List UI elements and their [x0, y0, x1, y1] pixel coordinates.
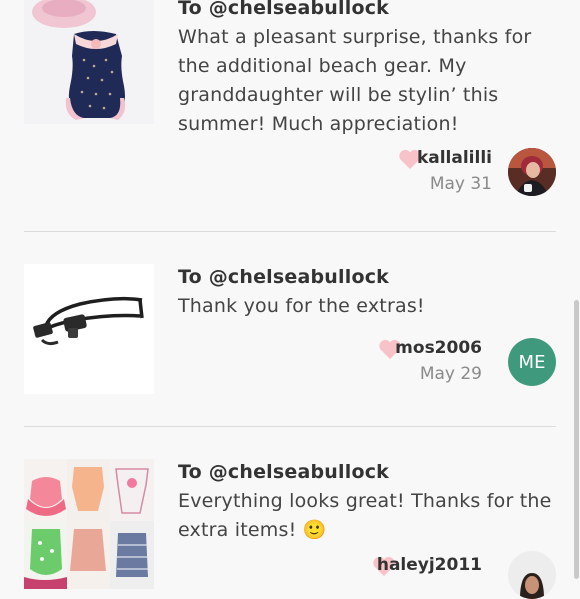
recipient-line[interactable]: To @chelseabullock [178, 0, 389, 19]
listing-thumbnail[interactable] [24, 459, 154, 589]
reviewer-username[interactable]: haleyj2011 [377, 555, 482, 575]
avatar-photo-icon [508, 148, 556, 196]
initials-avatar[interactable]: ME [508, 338, 556, 386]
reviewer-username[interactable]: mos2006 [395, 338, 482, 358]
review-date: May 29 [419, 364, 482, 384]
user-photo-avatar[interactable] [508, 551, 556, 599]
love-notes-feed: To @chelseabullock What a pleasant surpr… [0, 0, 580, 599]
scrollbar[interactable] [574, 300, 579, 579]
review-card: To @chelseabullock Everything looks grea… [0, 427, 570, 599]
recipient-line[interactable]: To @chelseabullock [178, 266, 389, 288]
avatar-initials: ME [518, 351, 546, 373]
review-message: Everything looks great! Thanks for the e… [178, 490, 552, 541]
listing-thumbnail[interactable] [24, 264, 154, 394]
avatar-photo-icon [508, 551, 556, 599]
review-card: To @chelseabullock What a pleasant surpr… [0, 0, 570, 232]
recipient-line[interactable]: To @chelseabullock [178, 461, 389, 483]
reviewer-username[interactable]: kallalilli [417, 148, 492, 168]
listing-thumbnail[interactable] [24, 0, 154, 124]
baby-clothes-collage-photo-icon [24, 459, 154, 589]
review-date: May 31 [429, 174, 492, 194]
review-card: To @chelseabullock Thank you for the ext… [0, 232, 570, 426]
car-seat-adapter-photo-icon [24, 264, 154, 394]
review-message: What a pleasant surprise, thanks for the… [178, 26, 532, 135]
review-message: Thank you for the extras! [178, 295, 425, 317]
pink-swimsuit-photo-icon [24, 0, 154, 124]
user-photo-avatar[interactable] [508, 148, 556, 196]
